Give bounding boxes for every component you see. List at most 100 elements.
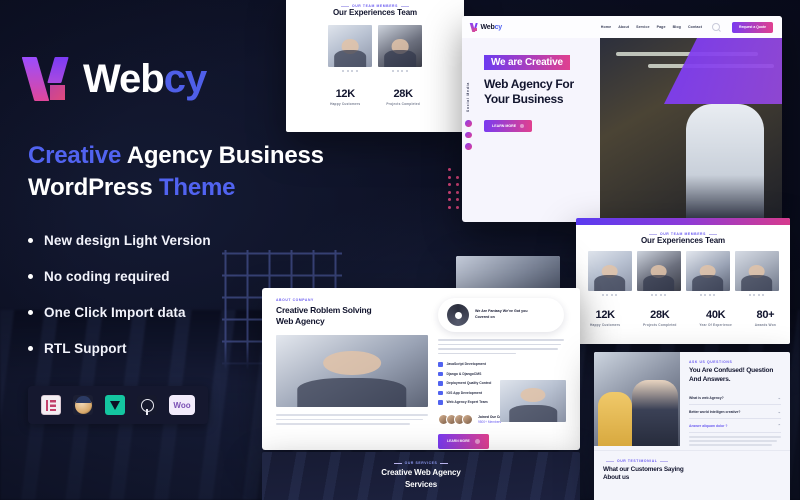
feature-list: New design Light Version No coding requi… [28, 233, 328, 356]
chevron-down-icon: ⌄ [777, 409, 781, 415]
testimonial-title-line2: About us [603, 474, 630, 482]
about-feature-item: JavaScript Development [438, 362, 564, 367]
feature-item: One Click Import data [28, 305, 328, 320]
team-member-photo [328, 25, 372, 67]
about-button-label: LEARN MORE [447, 439, 470, 443]
faq-item-label: Better world Intelligen creative? [689, 409, 741, 414]
faq-item-active[interactable]: Answer aliquam dolor ? ⌃ [689, 419, 781, 434]
faq-title-line1: You Are Confused! Question [689, 367, 774, 374]
team-panel-title: Our Experiences Team [640, 236, 726, 245]
brand-name: Webcy [83, 57, 207, 101]
check-icon [438, 400, 443, 405]
about-feature-label: JavaScript Development [446, 362, 486, 367]
stat-label: Happy Customers [330, 102, 361, 106]
feature-item: New design Light Version [28, 233, 328, 248]
mock-logo-text1: Web [480, 23, 495, 31]
feature-item: No coding required [28, 269, 328, 284]
about-learn-more-button[interactable]: LEARN MORE [438, 433, 489, 449]
nav-item-contact[interactable]: Contact [688, 25, 702, 29]
feature-item: RTL Support [28, 341, 328, 356]
services-band: OUR SERVICES Creative Web Agency Service… [262, 452, 580, 500]
about-feature-label: Deployment Quality Control [446, 381, 492, 386]
play-disc-icon[interactable] [447, 304, 469, 326]
team-member [685, 251, 730, 296]
faq-content: ASK US QUESTIONS You Are Confused! Quest… [680, 352, 790, 446]
headline-word-creative: Creative [28, 142, 122, 169]
social-dots [686, 294, 730, 296]
stat-item: 28K Projects Completed [643, 309, 677, 327]
stat-label: Happy Customers [590, 323, 621, 327]
bullet-icon [28, 310, 33, 316]
team-member-photo [636, 251, 681, 291]
team-photo-grid [586, 251, 780, 296]
quote-line2: Covered on [475, 315, 495, 319]
faq-item[interactable]: What is web Agency? ⌄ [689, 391, 781, 406]
about-feature-label: Web Agency Expert Team [446, 400, 488, 405]
faq-title: You Are Confused! Question And Answers. [689, 367, 781, 384]
brand-name-part2: cy [163, 57, 207, 101]
nav-item-blog[interactable]: Blog [673, 25, 681, 29]
faq-item[interactable]: Better world Intelligen creative? ⌄ [689, 405, 781, 420]
about-feature-item: Django & DjangoCMS [438, 371, 564, 376]
stat-item: 28K Projects Completed [386, 88, 420, 106]
mock-hero: Social Media We are Creative Web Agency … [462, 38, 782, 222]
team-member-photo [685, 251, 730, 291]
social-dots [588, 294, 632, 296]
headline-word-wordpress: WordPress [28, 173, 159, 201]
hero-browser-mockup: Webcy Home About Service Page Blog Conta… [462, 16, 782, 222]
social-dots [735, 294, 779, 296]
mock-nav: Home About Service Page Blog Contact [601, 25, 702, 29]
team-member [734, 251, 779, 296]
team-card-title: Our Experiences Team [332, 8, 418, 17]
team-member [328, 25, 372, 72]
about-quote-title: We Are Fantasy We've Got you Covered on [475, 309, 528, 320]
nav-item-about[interactable]: About [618, 25, 629, 29]
about-quote-card: We Are Fantasy We've Got you Covered on [438, 298, 564, 332]
hero-tagline: We are Creative [484, 55, 570, 70]
promo-card-photo [456, 256, 560, 290]
stat-label: Awards Won [754, 323, 776, 327]
services-eyebrow: OUR SERVICES [262, 461, 580, 465]
faq-accordion: What is web Agency? ⌄ Better world Intel… [689, 391, 781, 446]
mock-logo[interactable]: Webcy [469, 22, 503, 32]
stat-number: 12K [335, 88, 356, 100]
search-icon[interactable] [712, 23, 721, 31]
request-quote-button[interactable]: Request a Quote [732, 21, 773, 33]
nav-item-home[interactable]: Home [601, 25, 611, 29]
bullet-icon [28, 238, 33, 244]
social-dots [637, 294, 681, 296]
bullet-icon [28, 274, 33, 280]
twitter-icon[interactable] [465, 131, 472, 139]
hero-title: Web Agency For Your Business [484, 77, 612, 108]
nav-item-page[interactable]: Page [657, 25, 666, 29]
plugin-badge-row: Woo [28, 386, 208, 425]
feature-label: No coding required [44, 269, 170, 285]
team-member-photo [378, 25, 422, 67]
check-icon [438, 371, 443, 376]
headline-word-theme: Theme [158, 173, 236, 201]
team-member [587, 251, 632, 296]
promo-banner: Webcy Creative Agency Business WordPress… [0, 0, 800, 500]
testimonial-eyebrow: OUR TESTIMONIAL [603, 459, 781, 463]
chevron-up-icon: ⌃ [777, 423, 781, 429]
about-quote-text [438, 339, 564, 354]
stat-item: 80+ Awards Won [755, 309, 776, 327]
arrow-icon [474, 438, 480, 444]
instagram-icon[interactable] [465, 143, 472, 150]
stat-number: 28K [650, 309, 670, 321]
stat-label: Projects Completed [643, 323, 677, 327]
stat-number: 40K [706, 309, 726, 321]
nav-item-service[interactable]: Service [636, 25, 650, 29]
stat-label: Year Of Experience [699, 323, 733, 327]
testimonial-title: What our Customers Saying About us [603, 466, 781, 483]
faq-item-label: What is web Agency? [689, 395, 724, 400]
team-member-photo [587, 251, 632, 291]
mock-logo-text2: cy [494, 23, 503, 31]
feature-label: RTL Support [44, 341, 127, 357]
about-feature-label: IOS App Development [446, 390, 482, 395]
hero-learn-more-button[interactable]: LEARN MORE [484, 119, 533, 132]
stat-number: 80+ [756, 309, 775, 321]
team-member-photo [734, 251, 779, 291]
hero-copy: We are Creative Web Agency For Your Busi… [462, 38, 612, 132]
team-member [378, 25, 422, 72]
